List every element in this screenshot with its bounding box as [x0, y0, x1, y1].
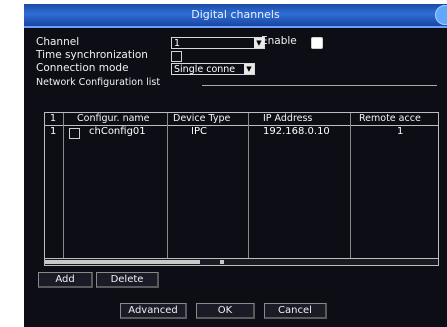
network-config-group-label: Network Configuration list [36, 77, 161, 88]
channel-select-value: 1 [174, 38, 181, 49]
row-checkbox[interactable] [69, 128, 80, 139]
connection-mode-label: Connection mode [36, 62, 129, 74]
chevron-down-icon: ▼ [244, 64, 254, 74]
scrollbar-marker [220, 260, 224, 264]
enable-label: Enable [261, 35, 297, 47]
dialog-title: Digital channels [191, 8, 280, 21]
time-sync-checkbox[interactable] [171, 51, 182, 62]
column-header[interactable]: Device Type [173, 113, 230, 124]
column-header[interactable]: Configur. name [77, 113, 150, 124]
channel-label: Channel [36, 36, 80, 48]
column-header[interactable]: Remote acce [359, 113, 421, 124]
group-divider [202, 85, 437, 86]
channel-select[interactable]: 1 ▼ [171, 37, 265, 49]
table-row[interactable]: 1 chConfig01 IPC 192.168.0.10 1 [45, 126, 438, 140]
connection-mode-select[interactable]: Single conne ▼ [171, 63, 255, 75]
enable-checkbox[interactable] [311, 37, 323, 49]
column-header[interactable]: IP Address [263, 113, 312, 124]
time-sync-label: Time synchronization [36, 49, 148, 61]
delete-button[interactable]: Delete [96, 272, 159, 288]
cancel-button[interactable]: Cancel [264, 303, 327, 319]
table-header: 1 Configur. name Device Type IP Address … [45, 113, 438, 126]
row-remote: 1 [397, 126, 404, 137]
row-index: 1 [50, 126, 57, 137]
ok-button[interactable]: OK [196, 303, 255, 319]
column-header[interactable]: 1 [50, 113, 56, 124]
network-config-table: 1 Configur. name Device Type IP Address … [44, 112, 439, 262]
row-config-name: chConfig01 [89, 126, 146, 137]
horizontal-scrollbar[interactable] [44, 258, 439, 266]
scrollbar-thumb[interactable] [45, 260, 200, 264]
digital-channels-dialog: Digital channels Channel 1 ▼ Enable Time… [24, 4, 447, 327]
advanced-button[interactable]: Advanced [120, 303, 187, 319]
row-ip-address: 192.168.0.10 [263, 126, 330, 137]
close-icon[interactable] [435, 5, 447, 25]
row-device-type: IPC [191, 126, 207, 137]
connection-mode-value: Single conne [174, 64, 236, 75]
title-bar: Digital channels [24, 4, 447, 28]
add-button[interactable]: Add [38, 272, 93, 288]
